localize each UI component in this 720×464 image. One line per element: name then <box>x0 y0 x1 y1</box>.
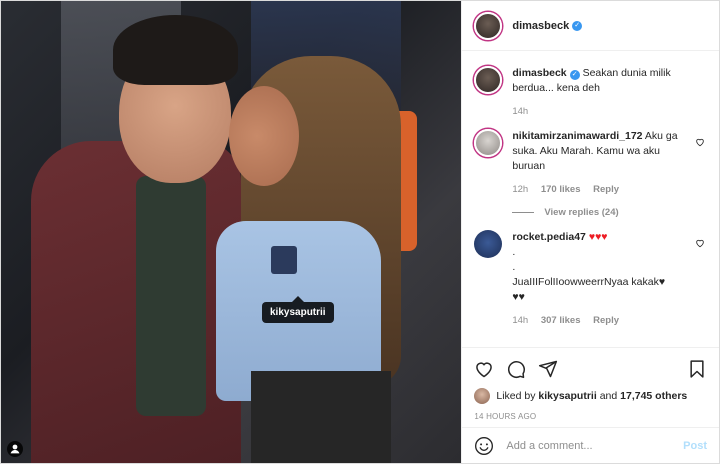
caption-avatar[interactable] <box>474 66 503 94</box>
author-username[interactable]: dimasbeck <box>512 20 569 32</box>
comment-text-line: . <box>512 261 516 273</box>
comment-like-heart-icon[interactable] <box>695 137 705 147</box>
comment-likes[interactable]: 307 likes <box>541 315 581 326</box>
post-header: dimasbeck ✓ <box>462 1 719 51</box>
liker-username[interactable]: kikysaputrii <box>538 390 596 402</box>
comment-avatar[interactable] <box>474 129 503 157</box>
comment-avatar[interactable] <box>474 230 503 258</box>
comment-username[interactable]: rocket.pedia47 <box>512 231 586 243</box>
reply-button[interactable]: Reply <box>593 315 619 326</box>
bookmark-icon[interactable] <box>687 359 707 379</box>
like-heart-icon[interactable] <box>474 359 494 379</box>
post-timestamp[interactable]: 14 HOURS AGO <box>474 412 707 421</box>
post-comment-button[interactable]: Post <box>683 440 707 452</box>
comment-time[interactable]: 14h <box>512 315 528 326</box>
comment-bubble-icon[interactable] <box>506 359 526 379</box>
verified-badge-icon: ✓ <box>572 20 583 31</box>
liker-avatar[interactable] <box>474 388 491 404</box>
verified-badge-icon: ✓ <box>569 70 580 80</box>
emoji-icon[interactable] <box>474 436 494 456</box>
tagged-users-button[interactable] <box>7 441 23 457</box>
person-icon <box>10 444 20 454</box>
post-sidebar: dimasbeck ✓ dimasbeck ✓ Seakan dunia mili… <box>461 1 719 463</box>
comment-item: nikitamirzanimawardi_172 Aku ga suka. Ak… <box>474 129 707 197</box>
instagram-post-window: kikysaputrii dimasbeck ✓ dimasbeck ✓ Seak… <box>0 0 720 464</box>
caption-time[interactable]: 14h <box>512 106 528 117</box>
post-photo[interactable]: kikysaputrii <box>1 1 462 463</box>
likes-count[interactable]: 17,745 others <box>620 390 687 402</box>
comment-text-line: . <box>512 246 516 258</box>
reply-button[interactable]: Reply <box>593 184 619 195</box>
view-replies-button[interactable]: View replies (24) <box>512 207 707 218</box>
caption: dimasbeck ✓ Seakan dunia milik berdua... … <box>474 66 707 119</box>
comment-item: rocket.pedia47 ♥♥♥ . . JuaIIIFolIIoowwee… <box>474 230 707 328</box>
comment-like-heart-icon[interactable] <box>695 238 705 248</box>
comments-list: dimasbeck ✓ Seakan dunia milik berdua... … <box>462 52 719 347</box>
author-avatar[interactable] <box>474 11 503 40</box>
post-actions: Liked by kikysaputrii and 17,745 others … <box>462 347 719 421</box>
comment-hearts: ♥♥♥ <box>588 231 608 243</box>
comment-time[interactable]: 12h <box>512 184 528 195</box>
comment-input[interactable]: Add a comment... <box>506 440 683 452</box>
add-comment-bar: Add a comment... Post <box>462 427 719 463</box>
share-paper-plane-icon[interactable] <box>538 359 558 379</box>
comment-likes[interactable]: 170 likes <box>541 184 581 195</box>
comment-text-line: ♥♥ <box>512 291 525 303</box>
caption-username[interactable]: dimasbeck <box>512 67 566 79</box>
photo-user-tag[interactable]: kikysaputrii <box>262 296 334 323</box>
comment-username[interactable]: nikitamirzanimawardi_172 <box>512 130 642 142</box>
comment-text-line: JuaIIIFolIIoowweerrNyaa kakak♥ <box>512 276 666 288</box>
likes-summary: Liked by kikysaputrii and 17,745 others <box>474 388 707 404</box>
